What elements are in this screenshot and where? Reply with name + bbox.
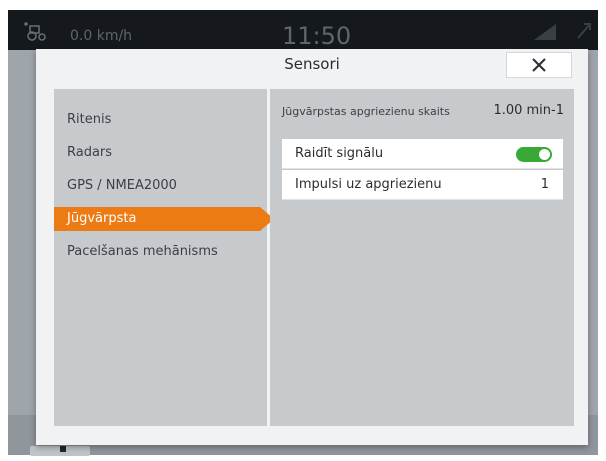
status-bar: 0.0 km/h 11:50 [8, 10, 598, 50]
sensor-nav-panel: Ritenis Radars GPS / NMEA2000 Jūgvārpsta… [54, 89, 274, 426]
pulses-value: 1 [540, 177, 549, 192]
signal-toggle[interactable] [516, 147, 552, 162]
nav-item-ritenis[interactable]: Ritenis [54, 108, 267, 132]
bottom-tab[interactable] [30, 446, 90, 456]
pulses-setting-row[interactable]: Impulsi uz apgriezienu 1 [282, 170, 563, 200]
toggle-knob [539, 149, 550, 160]
signal-setting-row[interactable]: Raidīt signālu [282, 139, 563, 169]
sensor-detail-panel: Jūgvārpstas apgriezienu skaits 1.00 min-… [270, 89, 574, 426]
signal-label: Raidīt signālu [295, 146, 384, 161]
close-button[interactable] [506, 52, 572, 78]
rpm-readout: Jūgvārpstas apgriezienu skaits 1.00 min-… [270, 102, 574, 122]
rpm-value: 1.00 min-1 [493, 103, 564, 118]
tractor-icon [24, 22, 46, 41]
nav-item-radars[interactable]: Radars [54, 141, 267, 165]
gps-icon [577, 23, 591, 39]
clock: 11:50 [282, 22, 352, 50]
nav-item-jugvarpsta[interactable]: Jūgvārpsta [54, 207, 274, 231]
nav-item-pacelsanas[interactable]: Pacelšanas mehānisms [54, 240, 267, 264]
pulses-label: Impulsi uz apgriezienu [295, 177, 442, 192]
speed-readout: 0.0 km/h [70, 28, 133, 44]
rpm-label: Jūgvārpstas apgriezienu skaits [282, 105, 450, 118]
sensors-dialog: Sensori Ritenis Radars GPS / NMEA2000 Jū… [36, 49, 588, 445]
nav-item-gps[interactable]: GPS / NMEA2000 [54, 174, 267, 198]
signal-strength-icon [534, 24, 556, 40]
close-icon [532, 58, 546, 72]
